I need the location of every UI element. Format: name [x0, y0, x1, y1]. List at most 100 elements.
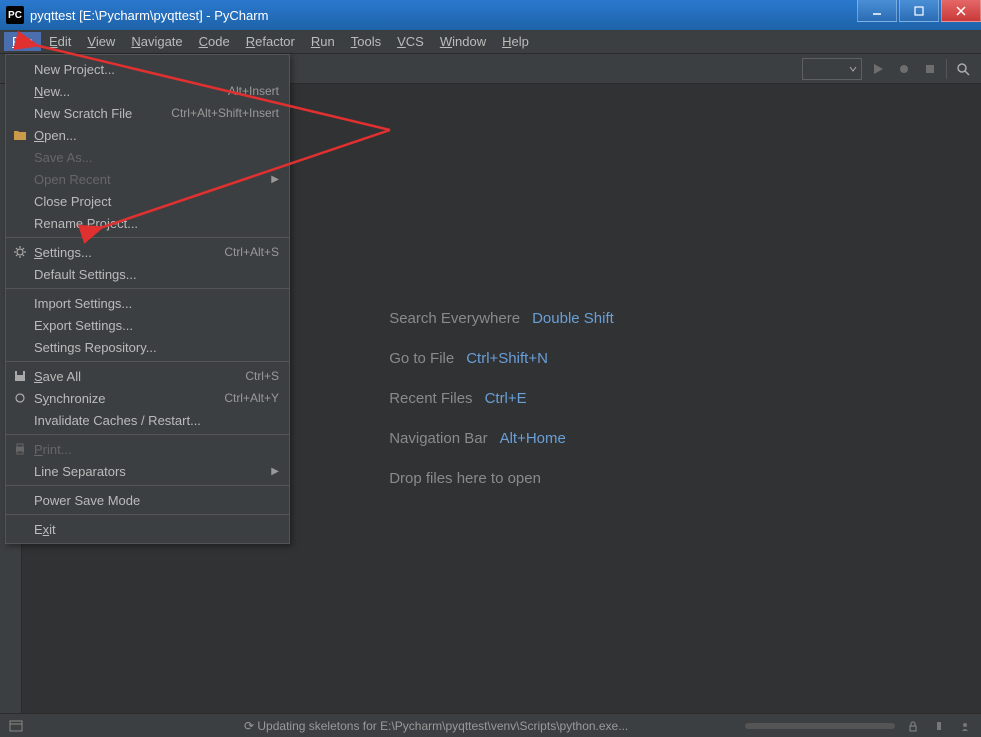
window-controls — [855, 0, 981, 30]
tip-shortcut: Double Shift — [532, 299, 614, 339]
file-menu-open[interactable]: Open... — [6, 124, 289, 146]
menu-item-label: New Scratch File — [34, 106, 132, 121]
tip-shortcut: Ctrl+E — [485, 379, 527, 419]
tip-label: Search Everywhere — [389, 299, 520, 339]
file-menu-print: Print... — [6, 438, 289, 460]
menu-separator — [6, 361, 289, 362]
window-title: pyqttest [E:\Pycharm\pyqttest] - PyCharm — [30, 8, 855, 23]
menu-item-label: Open... — [34, 128, 77, 143]
menu-view[interactable]: View — [79, 32, 123, 51]
maximize-button[interactable] — [899, 0, 939, 22]
menu-item-label: Save All — [34, 369, 81, 384]
menu-file[interactable]: File — [4, 32, 41, 51]
search-button[interactable] — [953, 59, 973, 79]
save-icon — [12, 368, 28, 384]
menu-item-label: Close Project — [34, 194, 111, 209]
file-menu-settings[interactable]: Settings... Ctrl+Alt+S — [6, 241, 289, 263]
menu-refactor[interactable]: Refactor — [238, 32, 303, 51]
menu-item-label: Line Separators — [34, 464, 126, 479]
file-menu-close-project[interactable]: Close Project — [6, 190, 289, 212]
lock-icon[interactable] — [905, 718, 921, 734]
debug-button[interactable] — [894, 59, 914, 79]
welcome-tips: Search Everywhere Double Shift Go to File C… — [389, 299, 614, 499]
menu-edit[interactable]: Edit — [41, 32, 79, 51]
menu-item-label: New Project... — [34, 62, 115, 77]
folder-icon — [12, 127, 28, 143]
menu-separator — [6, 288, 289, 289]
tip-shortcut: Ctrl+Shift+N — [466, 339, 548, 379]
menu-separator — [6, 434, 289, 435]
tip-shortcut: Alt+Home — [500, 419, 566, 459]
menu-item-label: Settings... — [34, 245, 92, 260]
file-menu-export-settings[interactable]: Export Settings... — [6, 314, 289, 336]
tip-row: Navigation Bar Alt+Home — [389, 419, 614, 459]
file-menu-invalidate-caches-restart[interactable]: Invalidate Caches / Restart... — [6, 409, 289, 431]
menu-help[interactable]: Help — [494, 32, 537, 51]
menu-item-label: Power Save Mode — [34, 493, 140, 508]
minimize-button[interactable] — [857, 0, 897, 22]
submenu-arrow-icon: ▶ — [271, 174, 279, 185]
menu-separator — [6, 514, 289, 515]
file-menu-line-separators[interactable]: Line Separators▶ — [6, 460, 289, 482]
menu-item-label: Import Settings... — [34, 296, 132, 311]
menu-item-label: Settings Repository... — [34, 340, 157, 355]
file-menu-new-scratch-file[interactable]: New Scratch File Ctrl+Alt+Shift+Insert — [6, 102, 289, 124]
file-menu-new-project[interactable]: New Project... — [6, 58, 289, 80]
menu-item-label: Exit — [34, 522, 56, 537]
file-menu-save-as: Save As... — [6, 146, 289, 168]
tip-label: Go to File — [389, 339, 454, 379]
tip-row: Recent Files Ctrl+E — [389, 379, 614, 419]
menu-separator — [6, 485, 289, 486]
file-menu-default-settings[interactable]: Default Settings... — [6, 263, 289, 285]
tip-row: Drop files here to open — [389, 459, 614, 499]
menu-item-label: Invalidate Caches / Restart... — [34, 413, 201, 428]
menu-item-label: Default Settings... — [34, 267, 137, 282]
title-bar: PC pyqttest [E:\Pycharm\pyqttest] - PyCh… — [0, 0, 981, 30]
menu-vcs[interactable]: VCS — [389, 32, 432, 51]
file-menu-exit[interactable]: Exit — [6, 518, 289, 540]
file-menu-power-save-mode[interactable]: Power Save Mode — [6, 489, 289, 511]
tool-window-icon[interactable] — [8, 718, 24, 734]
menu-item-label: New... — [34, 84, 70, 99]
run-config-dropdown[interactable] — [802, 58, 862, 80]
file-menu-dropdown: New Project...New...Alt+InsertNew Scratc… — [5, 54, 290, 544]
status-bar: ⟳ Updating skeletons for E:\Pycharm\pyqt… — [0, 713, 981, 737]
menu-tools[interactable]: Tools — [343, 32, 389, 51]
menu-item-label: Save As... — [34, 150, 93, 165]
menu-code[interactable]: Code — [191, 32, 238, 51]
tip-row: Search Everywhere Double Shift — [389, 299, 614, 339]
progress-bar[interactable] — [745, 723, 895, 729]
app-icon: PC — [6, 6, 24, 24]
menu-item-label: Rename Project... — [34, 216, 138, 231]
menu-window[interactable]: Window — [432, 32, 494, 51]
chevron-down-icon — [849, 65, 857, 73]
file-menu-rename-project[interactable]: Rename Project... — [6, 212, 289, 234]
memory-icon[interactable] — [931, 718, 947, 734]
loading-icon: ⟳ — [244, 719, 257, 733]
menu-navigate[interactable]: Navigate — [123, 32, 190, 51]
file-menu-import-settings[interactable]: Import Settings... — [6, 292, 289, 314]
menu-bar: FileEditViewNavigateCodeRefactorRunTools… — [0, 30, 981, 54]
tip-label: Navigation Bar — [389, 419, 487, 459]
close-button[interactable] — [941, 0, 981, 22]
tip-label: Recent Files — [389, 379, 472, 419]
file-menu-synchronize[interactable]: Synchronize Ctrl+Alt+Y — [6, 387, 289, 409]
stop-button[interactable] — [920, 59, 940, 79]
menu-item-shortcut: Ctrl+Alt+Shift+Insert — [171, 106, 279, 120]
toolbar-divider — [946, 59, 947, 79]
file-menu-new[interactable]: New...Alt+Insert — [6, 80, 289, 102]
menu-run[interactable]: Run — [303, 32, 343, 51]
menu-item-shortcut: Ctrl+Alt+S — [224, 245, 279, 259]
menu-item-shortcut: Ctrl+Alt+Y — [224, 391, 279, 405]
hector-icon[interactable] — [957, 718, 973, 734]
sync-icon — [12, 390, 28, 406]
gear-icon — [12, 244, 28, 260]
file-menu-save-all[interactable]: Save All Ctrl+S — [6, 365, 289, 387]
run-button[interactable] — [868, 59, 888, 79]
menu-separator — [6, 237, 289, 238]
file-menu-settings-repository[interactable]: Settings Repository... — [6, 336, 289, 358]
menu-item-shortcut: Ctrl+S — [245, 369, 279, 383]
status-text: ⟳ Updating skeletons for E:\Pycharm\pyqt… — [244, 719, 735, 733]
menu-item-label: Print... — [34, 442, 72, 457]
menu-item-label: Synchronize — [34, 391, 106, 406]
